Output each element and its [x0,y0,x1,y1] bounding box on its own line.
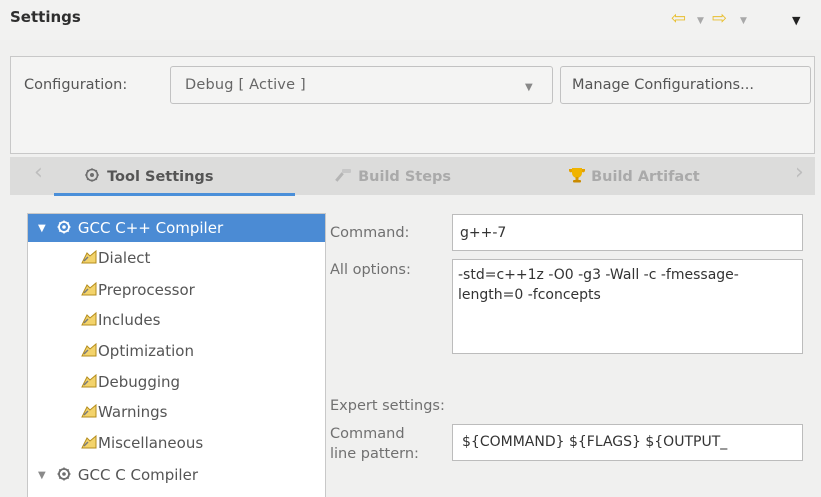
gear-icon [57,220,71,234]
pattern-label-line2: line pattern: [330,446,419,462]
tree-item-preprocessor[interactable]: Preprocessor [80,280,195,299]
tree-item-dialect[interactable]: Dialect [80,248,150,267]
tool-settings-icon [81,373,97,388]
tab-build-artifact[interactable]: Build Artifact [568,166,700,185]
tree-item-label: GCC C Compiler [77,466,198,484]
tool-settings-icon [81,434,97,449]
tool-settings-icon [81,249,97,264]
back-arrow-icon[interactable]: ⇦ [671,8,686,29]
tab-build-artifact-label: Build Artifact [591,169,700,185]
command-line-pattern-label: Command line pattern: [330,424,419,464]
tree-item-label: GCC C++ Compiler [77,219,224,237]
configuration-selected-value: Debug [ Active ] [185,77,306,93]
tree-item-warnings[interactable]: Warnings [80,402,168,421]
forward-arrow-icon[interactable]: ⇨ [712,8,727,29]
tool-settings-icon [81,311,97,326]
view-menu-icon[interactable]: ▼ [792,14,800,27]
tool-settings-icon [81,403,97,418]
back-history-caret[interactable]: ▼ [697,16,704,26]
tree-item-gcc-c-compiler[interactable]: ▼ GCC C Compiler [38,465,198,484]
tree-item-label: Preprocessor [98,281,195,299]
tree-item-label: Dialect [98,249,151,267]
expert-settings-label: Expert settings: [330,398,445,414]
command-value: g++-7 [460,225,507,241]
all-options-value: -std=c++1z -O0 -g3 -Wall -c -fmessage-le… [458,267,739,303]
configuration-label: Configuration: [24,77,128,93]
tree-item-miscellaneous[interactable]: Miscellaneous [80,433,203,452]
active-tab-indicator [54,193,295,196]
all-options-label: All options: [330,262,411,278]
tool-settings-icon [81,281,97,296]
tab-scroll-left-icon[interactable]: ‹ [34,160,43,185]
tree-expanded-icon[interactable]: ▼ [38,223,46,234]
page-title: Settings [10,8,81,26]
tree-item-label: Miscellaneous [98,434,204,452]
manage-configurations-label: Manage Configurations... [572,77,754,93]
forward-history-caret[interactable]: ▼ [740,16,747,26]
tree-item-optimization[interactable]: Optimization [80,341,194,360]
tab-tool-settings-label: Tool Settings [107,169,214,185]
hammer-icon [335,169,351,182]
tree-expanded-icon[interactable]: ▼ [38,470,46,481]
command-label: Command: [330,225,410,241]
tab-tool-settings[interactable]: Tool Settings [84,166,213,185]
tree-item-label: Warnings [98,403,168,421]
tool-settings-icon [81,342,97,357]
gear-wrench-icon [85,168,99,182]
trophy-icon [569,168,585,183]
tree-item-gcc-cpp-compiler[interactable]: ▼ GCC C++ Compiler [38,218,223,238]
tree-item-includes[interactable]: Includes [80,310,160,329]
tab-build-steps[interactable]: Build Steps [335,166,451,185]
combo-arrow-icon[interactable]: ▼ [525,82,533,93]
tab-scroll-right-icon[interactable]: › [795,160,804,185]
pattern-label-line1: Command [330,426,405,442]
tree-item-label: Optimization [98,342,194,360]
tree-item-label: Includes [98,311,161,329]
tree-item-debugging[interactable]: Debugging [80,372,180,391]
tab-build-steps-label: Build Steps [358,169,452,185]
tree-item-label: Debugging [98,373,181,391]
command-line-pattern-value: ${COMMAND} ${FLAGS} ${OUTPUT_ [462,434,728,450]
gear-icon [57,467,71,481]
